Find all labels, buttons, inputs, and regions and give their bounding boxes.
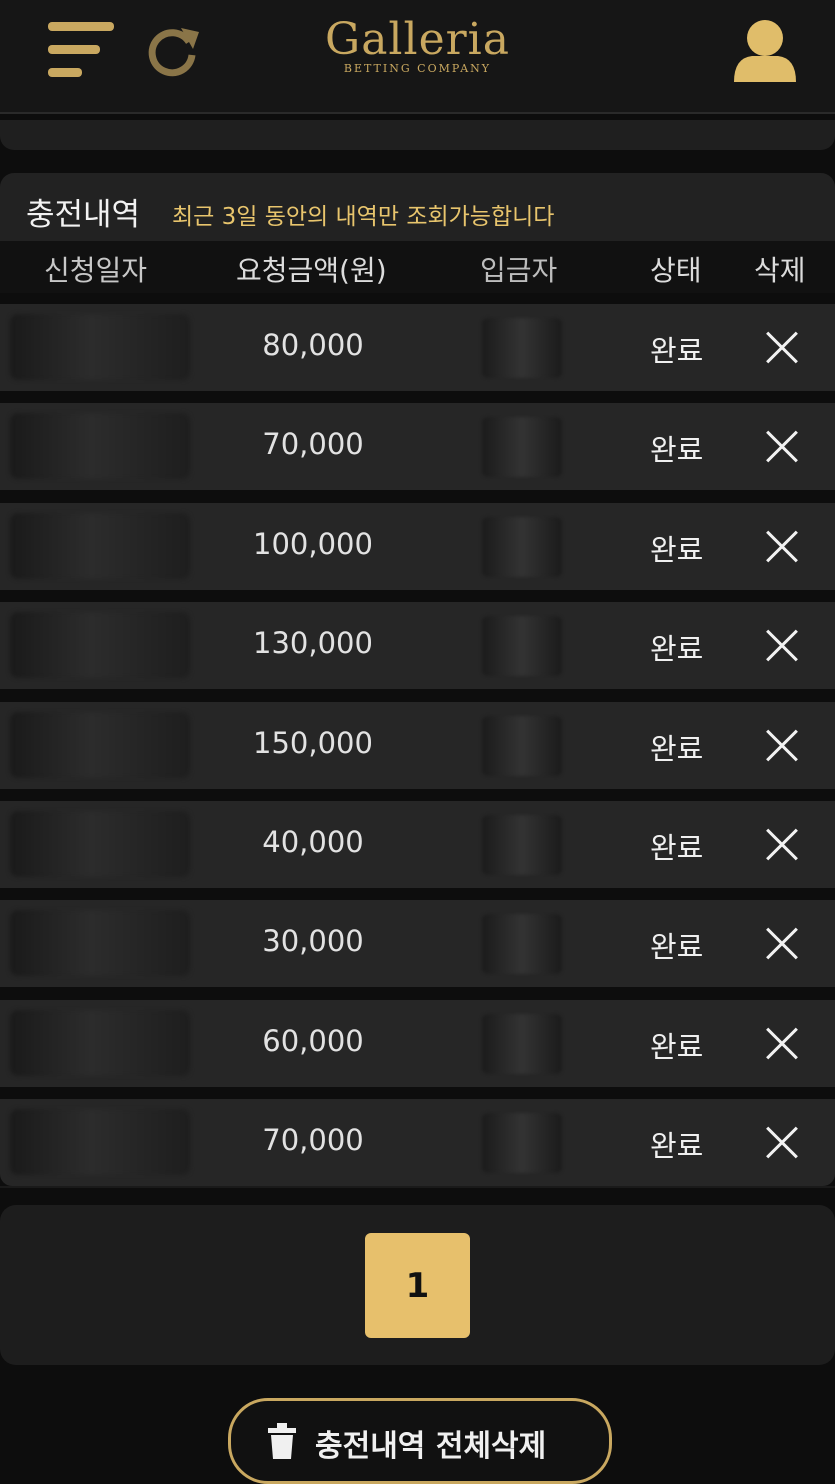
depositor-cell-redacted xyxy=(482,1014,562,1074)
column-amount: 요청금액(원) xyxy=(236,254,387,287)
close-icon[interactable] xyxy=(764,529,800,565)
table-header: 신청일자 요청금액(원) 입금자 상태 삭제 xyxy=(0,241,835,293)
brand-logo[interactable]: Galleria BETTING COMPANY xyxy=(300,14,535,84)
date-cell-redacted xyxy=(10,910,190,976)
history-notice: 최근 3일 동안의 내역만 조회가능합니다 xyxy=(172,204,555,230)
close-icon[interactable] xyxy=(764,429,800,465)
amount-cell: 100,000 xyxy=(253,527,373,561)
depositor-cell-redacted xyxy=(482,716,562,776)
depositor-cell-redacted xyxy=(482,417,562,477)
date-cell-redacted xyxy=(10,1109,190,1175)
amount-cell: 80,000 xyxy=(262,328,364,362)
table-row: 130,000 완료 xyxy=(0,602,835,689)
refresh-icon[interactable] xyxy=(143,22,201,80)
depositor-cell-redacted xyxy=(482,318,562,378)
amount-cell: 70,000 xyxy=(262,1123,364,1157)
close-icon[interactable] xyxy=(764,926,800,962)
amount-cell: 30,000 xyxy=(262,924,364,958)
depositor-cell-redacted xyxy=(482,815,562,875)
status-cell: 완료 xyxy=(650,433,704,467)
date-cell-redacted xyxy=(10,811,190,877)
delete-all-button[interactable]: 충전내역 전체삭제 xyxy=(228,1398,612,1484)
status-cell: 완료 xyxy=(650,930,704,964)
status-cell: 완료 xyxy=(650,732,704,766)
depositor-cell-redacted xyxy=(482,914,562,974)
status-cell: 완료 xyxy=(650,1030,704,1064)
table-row: 70,000 완료 xyxy=(0,1099,835,1186)
column-date: 신청일자 xyxy=(44,254,148,287)
close-icon[interactable] xyxy=(764,728,800,764)
trash-icon xyxy=(268,1423,296,1459)
amount-cell: 150,000 xyxy=(253,726,373,760)
table-row: 80,000 완료 xyxy=(0,304,835,391)
table-row: 60,000 완료 xyxy=(0,1000,835,1087)
top-bar: Galleria BETTING COMPANY xyxy=(0,0,835,114)
close-icon[interactable] xyxy=(764,1026,800,1062)
column-status: 상태 xyxy=(650,254,702,287)
status-cell: 완료 xyxy=(650,1129,704,1163)
amount-cell: 70,000 xyxy=(262,427,364,461)
date-cell-redacted xyxy=(10,712,190,778)
charge-history-header: 충전내역 최근 3일 동안의 내역만 조회가능합니다 xyxy=(0,173,835,241)
amount-cell: 130,000 xyxy=(253,626,373,660)
amount-cell: 40,000 xyxy=(262,825,364,859)
header-strip xyxy=(0,120,835,150)
amount-cell: 60,000 xyxy=(262,1024,364,1058)
date-cell-redacted xyxy=(10,413,190,479)
table-row: 100,000 완료 xyxy=(0,503,835,590)
hamburger-icon[interactable] xyxy=(48,22,114,80)
status-cell: 완료 xyxy=(650,831,704,865)
date-cell-redacted xyxy=(10,314,190,380)
table-row: 40,000 완료 xyxy=(0,801,835,888)
table-divider xyxy=(0,1186,835,1188)
status-cell: 완료 xyxy=(650,334,704,368)
date-cell-redacted xyxy=(10,1010,190,1076)
pagination: 1 xyxy=(0,1205,835,1365)
logo-title: Galleria xyxy=(325,14,510,65)
status-cell: 완료 xyxy=(650,632,704,666)
close-icon[interactable] xyxy=(764,827,800,863)
column-depositor: 입금자 xyxy=(480,254,558,287)
page-button-1[interactable]: 1 xyxy=(365,1233,470,1338)
user-icon[interactable] xyxy=(730,16,800,86)
column-delete: 삭제 xyxy=(754,254,806,287)
date-cell-redacted xyxy=(10,612,190,678)
delete-all-label: 충전내역 전체삭제 xyxy=(315,1429,547,1464)
table-row: 150,000 완료 xyxy=(0,702,835,789)
table-row: 70,000 완료 xyxy=(0,403,835,490)
close-icon[interactable] xyxy=(764,628,800,664)
table-row: 30,000 완료 xyxy=(0,900,835,987)
depositor-cell-redacted xyxy=(482,517,562,577)
date-cell-redacted xyxy=(10,513,190,579)
depositor-cell-redacted xyxy=(482,1113,562,1173)
status-cell: 완료 xyxy=(650,533,704,567)
close-icon[interactable] xyxy=(764,1125,800,1161)
page-title: 충전내역 xyxy=(26,197,141,233)
close-icon[interactable] xyxy=(764,330,800,366)
depositor-cell-redacted xyxy=(482,616,562,676)
